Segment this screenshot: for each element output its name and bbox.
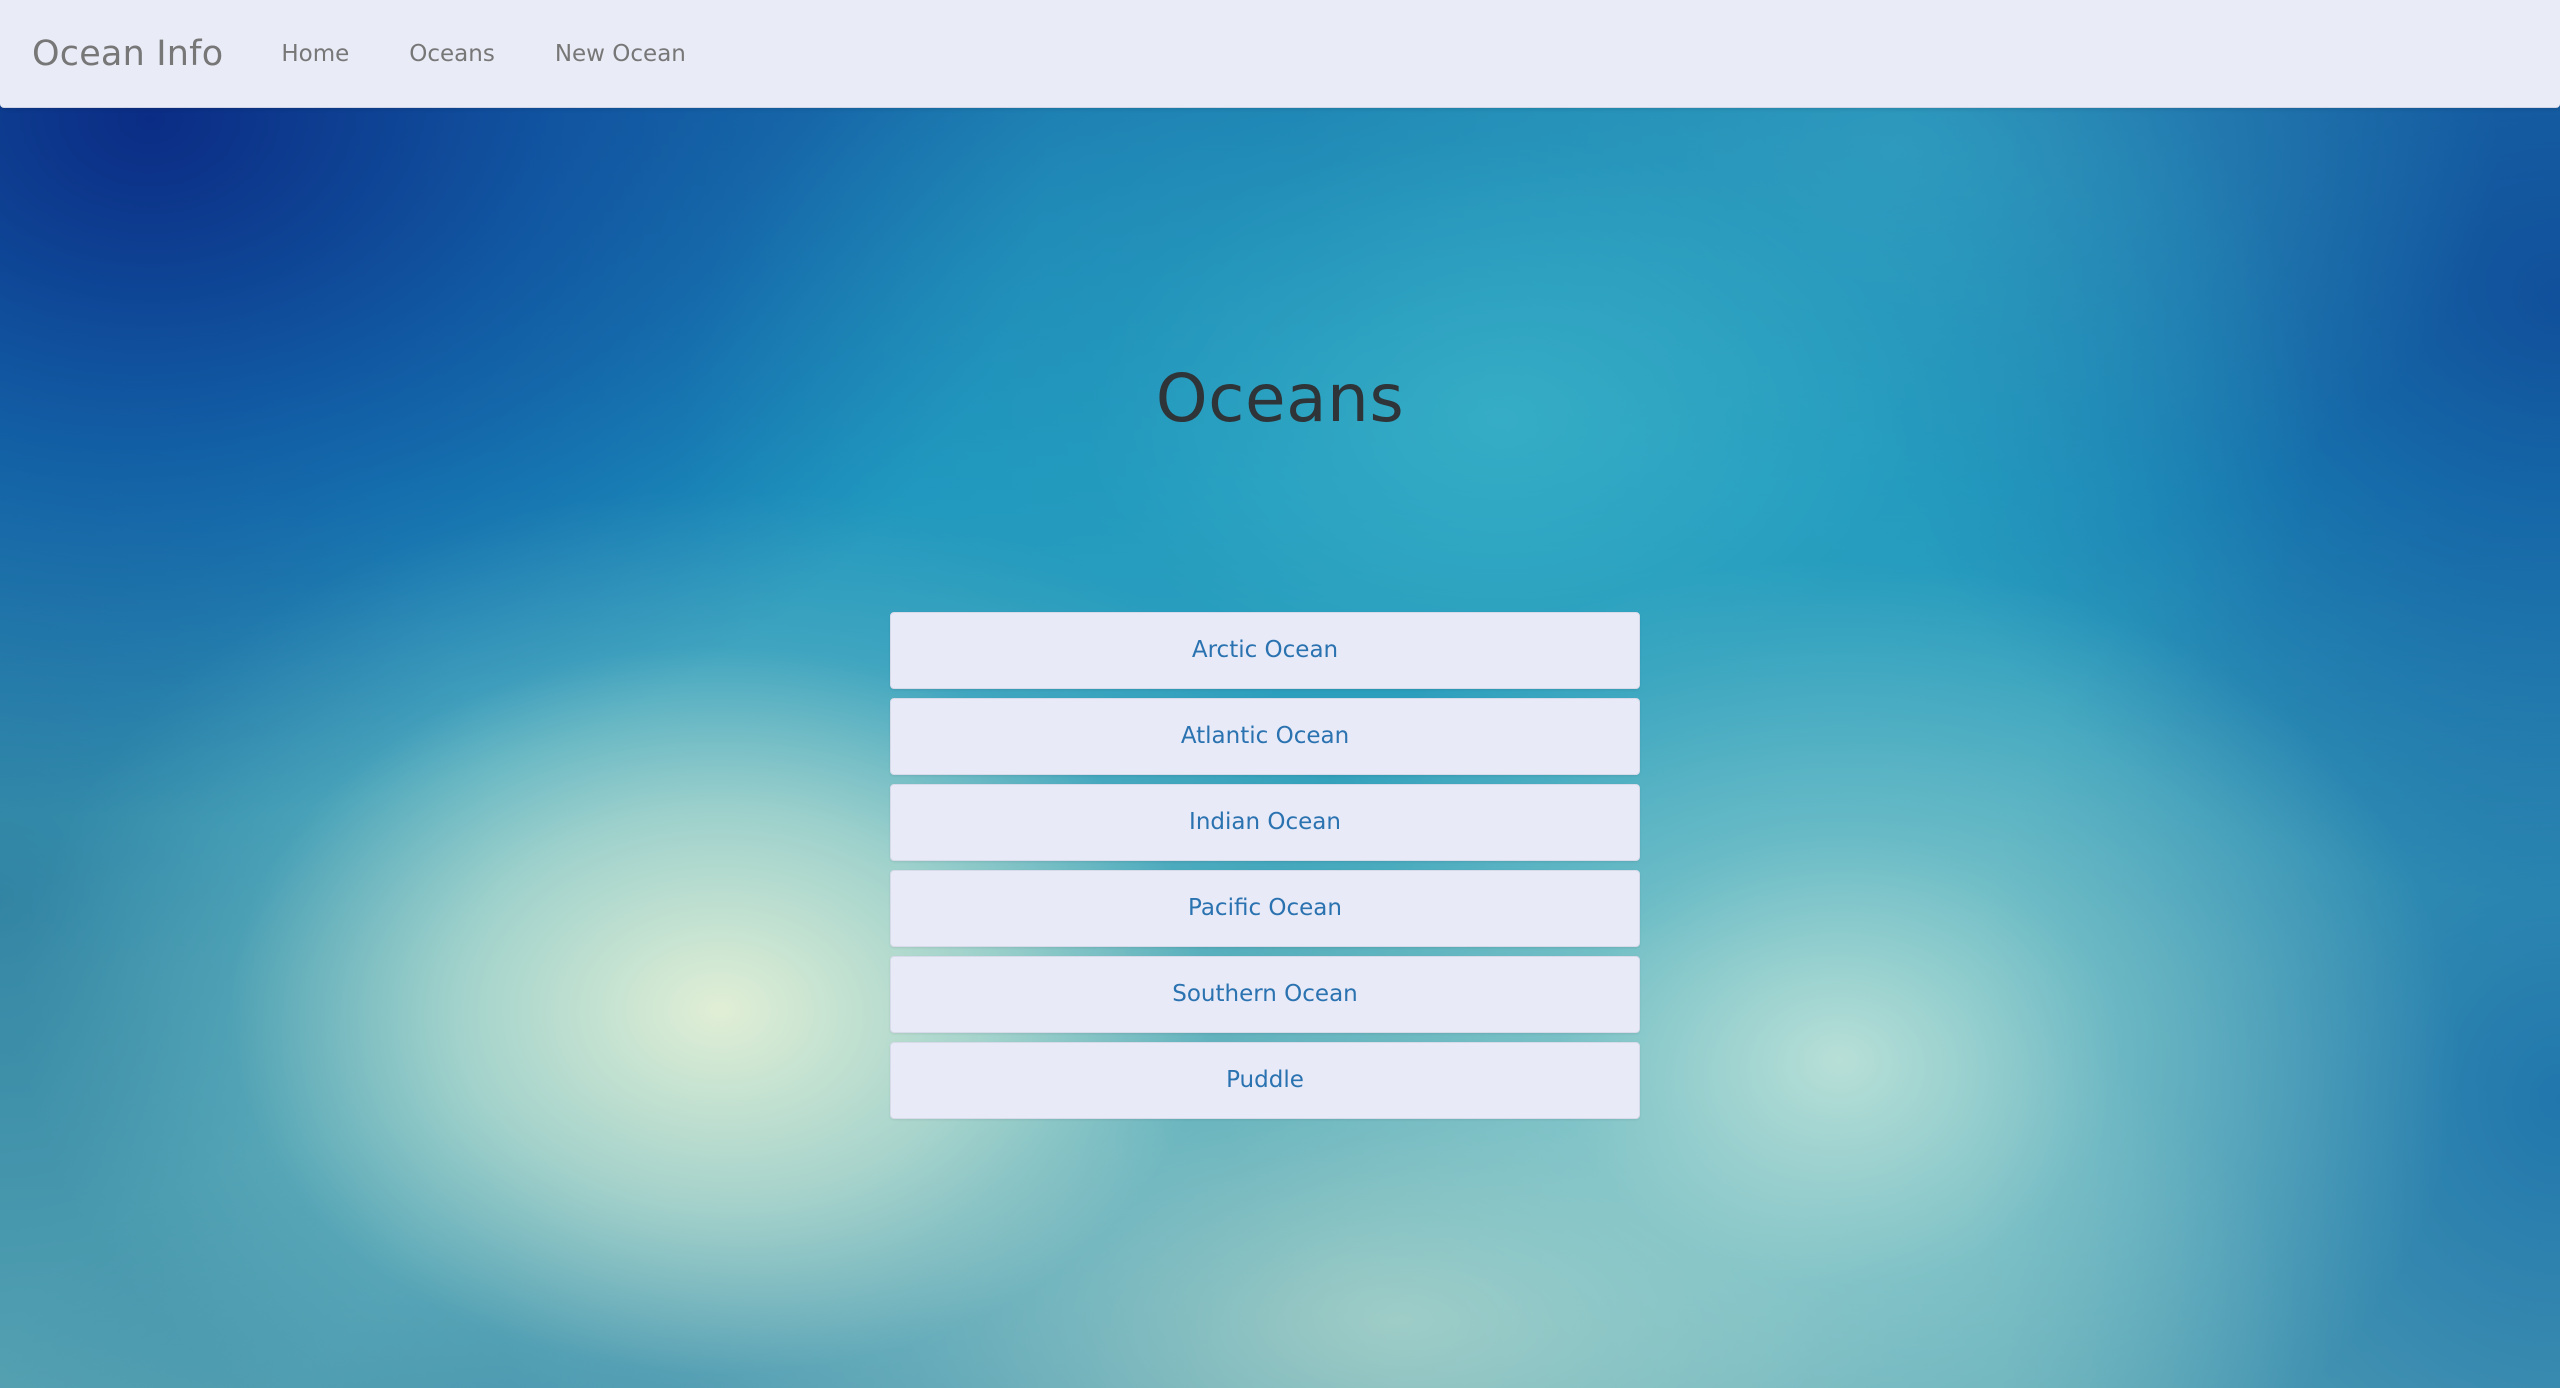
page-title: Oceans [1155,360,1405,437]
ocean-item-indian[interactable]: Indian Ocean [890,784,1640,861]
nav-link-oceans[interactable]: Oceans [379,41,525,67]
nav-link-home[interactable]: Home [251,41,379,67]
ocean-item-puddle[interactable]: Puddle [890,1042,1640,1119]
ocean-list: Arctic Ocean Atlantic Ocean Indian Ocean… [890,612,1640,1119]
ocean-item-pacific[interactable]: Pacific Ocean [890,870,1640,947]
nav-links: Home Oceans New Ocean [251,41,716,67]
nav-link-new-ocean[interactable]: New Ocean [525,41,716,67]
top-navbar: Ocean Info Home Oceans New Ocean [0,0,2560,108]
ocean-item-atlantic[interactable]: Atlantic Ocean [890,698,1640,775]
ocean-item-arctic[interactable]: Arctic Ocean [890,612,1640,689]
ocean-item-southern[interactable]: Southern Ocean [890,956,1640,1033]
brand-link[interactable]: Ocean Info [32,34,223,74]
